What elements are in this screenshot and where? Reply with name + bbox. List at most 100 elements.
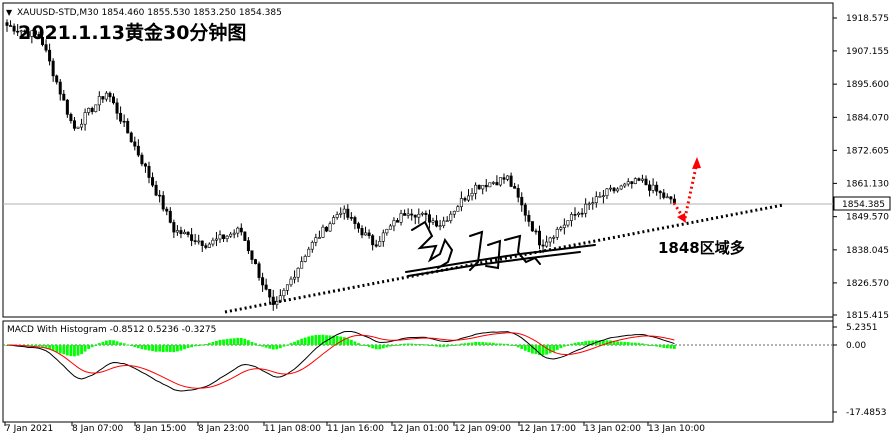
macd-histogram-bar	[644, 344, 648, 346]
macd-histogram-bar	[648, 345, 651, 346]
bear-candle	[254, 259, 258, 265]
bull-candle	[335, 214, 339, 218]
bear-candle	[356, 223, 360, 229]
macd-histogram-bar	[474, 341, 477, 345]
macd-histogram-bar	[495, 343, 499, 345]
macd-histogram-bar	[360, 344, 364, 346]
time-tick-label: 8 Jan 23:00	[198, 424, 250, 434]
bear-candle	[427, 214, 431, 223]
bull-candle	[449, 213, 453, 221]
bear-candle	[520, 196, 524, 206]
bear-candle	[129, 132, 133, 143]
bear-candle	[161, 195, 165, 210]
macd-histogram-bar	[651, 345, 655, 346]
bear-candle	[58, 81, 62, 95]
macd-histogram-bar	[151, 345, 154, 352]
bear-candle	[257, 263, 261, 278]
macd-histogram-bar	[247, 340, 250, 345]
bear-candle	[9, 25, 13, 27]
macd-histogram-bar	[566, 345, 570, 346]
macd-histogram-bar	[470, 342, 474, 345]
macd-histogram-bar	[481, 342, 485, 345]
dropdown-arrow-icon[interactable]: ▼	[6, 8, 13, 17]
macd-histogram-bar	[271, 345, 275, 350]
bear-candle	[69, 114, 73, 121]
macd-histogram-bar	[229, 338, 233, 345]
macd-histogram-bar	[165, 345, 169, 352]
bear-candle	[55, 75, 59, 83]
bear-candle	[527, 214, 531, 222]
bull-candle	[378, 241, 382, 247]
macd-histogram-bar	[658, 345, 662, 348]
bull-candle	[608, 187, 612, 190]
bear-candle	[371, 235, 375, 246]
macd-histogram-bar	[577, 342, 580, 345]
macd-histogram-bar	[236, 337, 240, 345]
macd-histogram-bar	[34, 345, 37, 347]
bull-candle	[488, 182, 492, 188]
bear-candle	[264, 284, 268, 290]
bull-candle	[104, 92, 108, 100]
bear-candle	[484, 184, 488, 188]
bull-candle	[456, 206, 460, 212]
macd-histogram-bar	[90, 345, 94, 348]
bear-candle	[158, 194, 162, 197]
bear-candle	[637, 178, 641, 181]
bear-candle	[658, 190, 662, 194]
macd-histogram-bar	[73, 345, 76, 357]
macd-histogram-bar	[115, 341, 119, 345]
macd-histogram-bar	[573, 342, 577, 345]
macd-histogram-bar	[314, 334, 318, 345]
macd-histogram-bar	[126, 344, 130, 346]
bull-candle	[183, 231, 187, 235]
macd-tick-label: 5.2351	[846, 323, 878, 333]
macd-histogram-bar	[673, 345, 676, 349]
macd-histogram-bar	[122, 343, 126, 345]
price-tick-label: 1815.415	[846, 311, 889, 321]
macd-histogram-bar	[278, 345, 282, 349]
bull-candle	[598, 195, 602, 198]
time-tick-label: 12 Jan 09:00	[454, 424, 511, 434]
macd-histogram-bar	[630, 342, 634, 345]
bull-candle	[417, 213, 421, 218]
macd-histogram-bar	[190, 345, 193, 348]
bear-candle	[463, 198, 467, 201]
bull-candle	[438, 225, 442, 227]
time-tick-label: 13 Jan 10:00	[648, 424, 705, 434]
macd-histogram-bar	[488, 342, 492, 345]
price-tick-label: 1872.605	[846, 146, 889, 156]
bull-candle	[452, 210, 456, 215]
bear-candle	[669, 196, 673, 200]
bear-candle	[424, 212, 428, 215]
macd-histogram-bar	[264, 345, 268, 348]
chart-window[interactable]: ▼ XAUUSD-STD,M30 1854.460 1855.530 1853.…	[0, 0, 895, 441]
macd-histogram-bar	[435, 345, 438, 347]
macd-tick-label: 0.00	[846, 341, 866, 351]
macd-histogram-bar	[669, 345, 673, 349]
macd-histogram-bar	[282, 345, 286, 347]
bull-candle	[282, 289, 286, 297]
macd-histogram-bar	[413, 343, 417, 345]
macd-histogram-bar	[37, 345, 41, 347]
bull-candle	[19, 30, 23, 33]
macd-histogram-bar	[83, 345, 87, 352]
bull-candle	[569, 214, 573, 221]
price-chart[interactable]: ▼ XAUUSD-STD,M30 1854.460 1855.530 1853.…	[0, 0, 895, 441]
bear-candle	[168, 210, 172, 223]
macd-histogram-bar	[420, 344, 424, 346]
macd-histogram-bar	[499, 343, 502, 345]
bull-candle	[584, 203, 588, 214]
bull-candle	[431, 220, 435, 223]
macd-histogram-bar	[364, 345, 367, 346]
bear-candle	[190, 234, 194, 241]
macd-histogram-bar	[215, 340, 218, 345]
macd-histogram-bar	[200, 344, 204, 346]
macd-histogram-bar	[136, 345, 140, 349]
macd-histogram-bar	[460, 343, 463, 345]
bear-candle	[534, 230, 538, 233]
bear-candle	[136, 145, 140, 156]
bear-candle	[65, 99, 69, 115]
price-tick-label: 1918.575	[846, 14, 889, 24]
bull-candle	[307, 248, 311, 257]
bull-candle	[498, 177, 502, 186]
